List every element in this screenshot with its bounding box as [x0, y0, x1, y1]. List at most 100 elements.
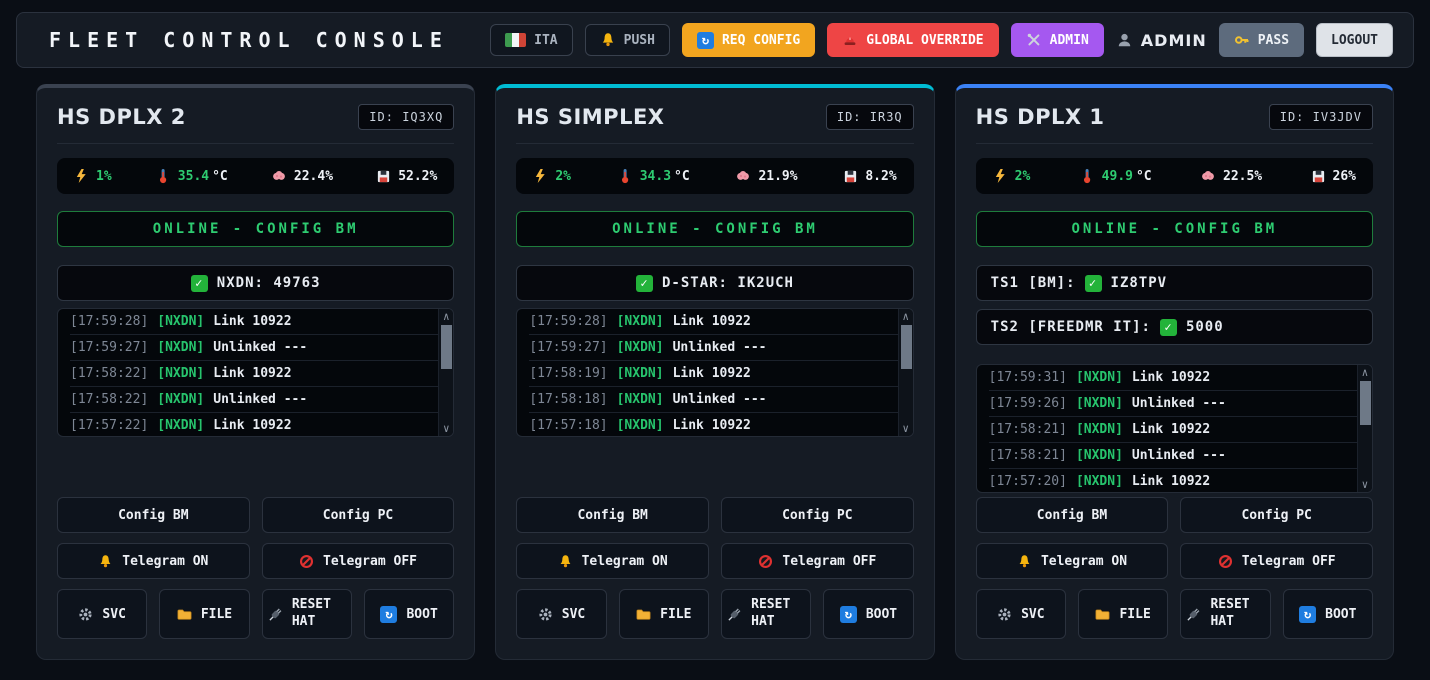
siren-icon: [842, 32, 858, 48]
language-button[interactable]: ITA: [490, 24, 572, 56]
log-entry: [17:59:31][NXDN]Link 10922: [989, 365, 1357, 391]
telegram-off-button[interactable]: Telegram OFF: [262, 543, 455, 579]
bell-icon: [558, 554, 573, 569]
file-button[interactable]: FILE: [619, 589, 709, 639]
log-entry: [17:58:22][NXDN]Link 10922: [70, 361, 438, 387]
reset-hat-button[interactable]: RESET HAT: [1180, 589, 1270, 639]
log-scrollbar[interactable]: ∧ ∨: [1357, 365, 1372, 492]
telegram-on-button[interactable]: Telegram ON: [516, 543, 709, 579]
log-scrollbar[interactable]: ∧ ∨: [898, 309, 913, 436]
file-button[interactable]: FILE: [1078, 589, 1168, 639]
mode-box-dstar: ✓ D-STAR: IK2UCH: [516, 265, 913, 301]
scroll-up-icon[interactable]: ∧: [1362, 366, 1369, 379]
config-bm-button[interactable]: Config BM: [976, 497, 1169, 533]
svc-button[interactable]: SVC: [57, 589, 147, 639]
cpu-stat: 22.4%: [271, 168, 333, 184]
refresh-icon: ↻: [697, 32, 714, 49]
mode-value: 5000: [1186, 319, 1224, 335]
divider: [976, 143, 1373, 144]
push-button[interactable]: PUSH: [585, 24, 670, 56]
scroll-down-icon[interactable]: ∨: [1362, 478, 1369, 491]
log-entry: [17:59:27][NXDN]Unlinked ---: [70, 335, 438, 361]
telegram-off-button[interactable]: Telegram OFF: [1180, 543, 1373, 579]
log-entry: [17:57:22][NXDN]Link 10922: [70, 413, 438, 436]
plug-icon: [268, 607, 283, 622]
log-entry: [17:59:27][NXDN]Unlinked ---: [529, 335, 897, 361]
config-bm-button[interactable]: Config BM: [57, 497, 250, 533]
scroll-down-icon[interactable]: ∨: [902, 422, 909, 435]
check-icon: ✓: [1160, 319, 1177, 336]
scroll-up-icon[interactable]: ∧: [443, 310, 450, 323]
mode-value: NXDN: 49763: [217, 275, 321, 291]
floppy-icon: [1311, 169, 1326, 184]
temperature-stat: 34.3°C: [617, 168, 690, 184]
power-stat: 1%: [74, 168, 112, 184]
prohibited-icon: [1218, 554, 1233, 569]
config-pc-button[interactable]: Config PC: [1180, 497, 1373, 533]
boot-button[interactable]: ↻ BOOT: [364, 589, 454, 639]
log-panel: [17:59:28][NXDN]Link 10922 [17:59:27][NX…: [57, 308, 454, 437]
user-icon: [1116, 32, 1133, 49]
prohibited-icon: [299, 554, 314, 569]
stats-bar: 2% 34.3°C 21.9% 8.2%: [516, 158, 913, 194]
device-card-hs-simplex: HS SIMPLEX ID: IR3Q 2% 34.3°C 21.9% 8.2%…: [495, 84, 934, 660]
global-override-button[interactable]: GLOBAL OVERRIDE: [827, 23, 998, 57]
boot-button[interactable]: ↻ BOOT: [1283, 589, 1373, 639]
boot-button[interactable]: ↻ BOOT: [823, 589, 913, 639]
config-bm-button[interactable]: Config BM: [516, 497, 709, 533]
scroll-thumb[interactable]: [901, 325, 912, 369]
config-pc-button[interactable]: Config PC: [262, 497, 455, 533]
mode-box-nxdn: ✓ NXDN: 49763: [57, 265, 454, 301]
mode-value: D-STAR: IK2UCH: [662, 275, 794, 291]
divider: [516, 143, 913, 144]
floppy-icon: [843, 169, 858, 184]
scroll-up-icon[interactable]: ∧: [902, 310, 909, 323]
scroll-thumb[interactable]: [441, 325, 452, 369]
log-panel: [17:59:28][NXDN]Link 10922 [17:59:27][NX…: [516, 308, 913, 437]
plug-icon: [727, 607, 742, 622]
telegram-off-button[interactable]: Telegram OFF: [721, 543, 914, 579]
scroll-thumb[interactable]: [1360, 381, 1371, 425]
svc-button[interactable]: SVC: [516, 589, 606, 639]
refresh-icon: ↻: [1299, 606, 1316, 623]
logout-button[interactable]: LOGOUT: [1316, 23, 1393, 57]
stats-bar: 2% 49.9°C 22.5% 26%: [976, 158, 1373, 194]
req-config-button[interactable]: ↻ REQ CONFIG: [682, 23, 815, 57]
username-label: ADMIN: [1141, 31, 1207, 50]
mode-box-ts2: TS2 [FREEDMR IT]: ✓ 5000: [976, 309, 1373, 345]
config-pc-button[interactable]: Config PC: [721, 497, 914, 533]
reset-hat-button[interactable]: RESET HAT: [721, 589, 811, 639]
gear-icon: [997, 607, 1012, 622]
temperature-stat: 49.9°C: [1079, 168, 1152, 184]
device-cards-row: HS DPLX 2 ID: IQ3XQ 1% 35.4°C 22.4% 52.2…: [0, 68, 1430, 660]
log-entry: [17:58:21][NXDN]Link 10922: [989, 417, 1357, 443]
gear-icon: [538, 607, 553, 622]
log-scrollbar[interactable]: ∧ ∨: [438, 309, 453, 436]
italy-flag-icon: [505, 33, 526, 47]
mode-value: IZ8TPV: [1111, 275, 1168, 291]
lightning-icon: [533, 168, 548, 184]
admin-button[interactable]: ADMIN: [1011, 23, 1104, 57]
folder-icon: [1095, 607, 1110, 622]
log-entry: [17:57:18][NXDN]Link 10922: [529, 413, 897, 436]
log-entry: [17:59:28][NXDN]Link 10922: [70, 309, 438, 335]
scroll-down-icon[interactable]: ∨: [443, 422, 450, 435]
key-icon: [1234, 32, 1250, 48]
telegram-on-button[interactable]: Telegram ON: [57, 543, 250, 579]
device-card-hs-dplx-1: HS DPLX 1 ID: IV3JDV 2% 49.9°C 22.5% 26%…: [955, 84, 1394, 660]
user-chip[interactable]: ADMIN: [1116, 31, 1207, 50]
cpu-stat: 21.9%: [735, 168, 797, 184]
file-button[interactable]: FILE: [159, 589, 249, 639]
reset-hat-button[interactable]: RESET HAT: [262, 589, 352, 639]
device-id-badge: ID: IR3Q: [826, 104, 914, 130]
disk-stat: 52.2%: [376, 169, 437, 184]
svc-button[interactable]: SVC: [976, 589, 1066, 639]
telegram-on-button[interactable]: Telegram ON: [976, 543, 1169, 579]
page-title: FLEET CONTROL CONSOLE: [49, 28, 449, 52]
pass-button[interactable]: PASS: [1219, 23, 1304, 57]
status-banner: ONLINE - CONFIG BM: [976, 211, 1373, 247]
device-id-badge: ID: IV3JDV: [1269, 104, 1373, 130]
log-entry: [17:59:26][NXDN]Unlinked ---: [989, 391, 1357, 417]
log-entry: [17:58:21][NXDN]Unlinked ---: [989, 443, 1357, 469]
card-title: HS DPLX 2: [57, 105, 186, 129]
